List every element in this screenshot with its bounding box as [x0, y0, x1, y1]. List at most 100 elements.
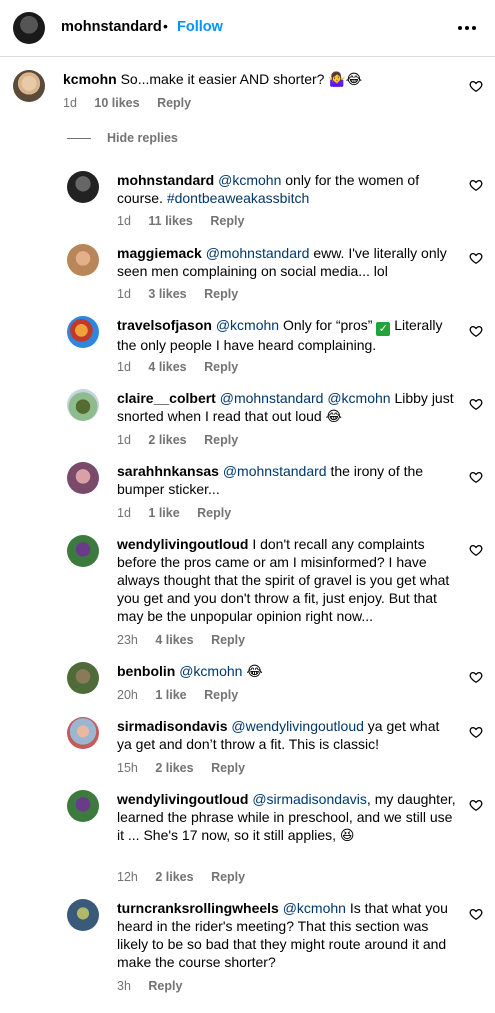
- reply-button[interactable]: Reply: [197, 506, 231, 520]
- mention-link[interactable]: @wendylivingoutloud: [231, 718, 364, 734]
- follow-button[interactable]: Follow: [177, 19, 223, 35]
- reply-button[interactable]: Reply: [148, 979, 182, 993]
- like-count[interactable]: 2 likes: [155, 761, 193, 775]
- like-count[interactable]: 4 likes: [148, 360, 186, 374]
- like-heart-icon[interactable]: [469, 543, 483, 557]
- like-heart-icon[interactable]: [469, 251, 483, 265]
- reply-time: 1d: [117, 360, 131, 374]
- reply-username[interactable]: sarahhnkansas: [117, 463, 219, 479]
- avatar[interactable]: [67, 899, 99, 931]
- avatar[interactable]: [67, 171, 99, 203]
- reply-text: benbolin @kcmohn 😂: [117, 662, 457, 680]
- like-heart-icon[interactable]: [469, 670, 483, 684]
- reply-text: travelsofjason @kcmohn Only for “pros” ✓…: [117, 316, 457, 354]
- reply-username[interactable]: travelsofjason: [117, 317, 212, 333]
- reply-time: 12h: [117, 870, 138, 884]
- reply-button[interactable]: Reply: [210, 214, 244, 228]
- like-heart-icon[interactable]: [469, 798, 483, 812]
- reply-username[interactable]: sirmadisondavis: [117, 718, 228, 734]
- reply-username[interactable]: mohnstandard: [117, 172, 214, 188]
- mention-link[interactable]: @sirmadisondavis: [252, 791, 367, 807]
- mention-link[interactable]: @kcmohn: [216, 317, 279, 333]
- like-heart-icon[interactable]: [469, 725, 483, 739]
- reply-username[interactable]: wendylivingoutloud: [117, 536, 248, 552]
- like-heart-icon[interactable]: [469, 178, 483, 192]
- reply-time: 1d: [117, 433, 131, 447]
- reply-button[interactable]: Reply: [204, 688, 238, 702]
- reply-button[interactable]: Reply: [157, 96, 191, 110]
- reply-username[interactable]: wendylivingoutloud: [117, 791, 248, 807]
- reply-time: 20h: [117, 688, 138, 702]
- like-heart-icon[interactable]: [469, 397, 483, 411]
- reply-meta: 1d 1 like Reply: [117, 506, 231, 520]
- like-count[interactable]: 2 likes: [148, 433, 186, 447]
- like-count[interactable]: 1 like: [148, 506, 179, 520]
- reply-text: sarahhnkansas @mohnstandard the irony of…: [117, 462, 457, 498]
- reply-meta: 3h Reply: [117, 979, 182, 993]
- reply-button[interactable]: Reply: [211, 633, 245, 647]
- mention-link[interactable]: @mohnstandard: [220, 390, 324, 406]
- reply-meta: 1d 2 likes Reply: [117, 433, 238, 447]
- mention-link[interactable]: @mohnstandard: [206, 245, 310, 261]
- like-count[interactable]: 4 likes: [155, 633, 193, 647]
- reply-text: claire__colbert @mohnstandard @kcmohn Li…: [117, 389, 457, 425]
- separator-dot: •: [163, 18, 168, 34]
- author-avatar[interactable]: [13, 12, 45, 44]
- mention-link[interactable]: @kcmohn: [179, 663, 242, 679]
- mention-link[interactable]: @kcmohn: [327, 390, 390, 406]
- reply-username[interactable]: benbolin: [117, 663, 175, 679]
- like-heart-icon[interactable]: [469, 907, 483, 921]
- reply-meta: 15h 2 likes Reply: [117, 761, 245, 775]
- like-count[interactable]: 2 likes: [155, 870, 193, 884]
- reply-meta: 1d 11 likes Reply: [117, 214, 244, 228]
- like-count[interactable]: 10 likes: [94, 96, 139, 110]
- reply-button[interactable]: Reply: [204, 433, 238, 447]
- reply-time: 1d: [117, 287, 131, 301]
- post-header: mohnstandard • Follow: [0, 0, 495, 57]
- reply-time: 1d: [117, 506, 131, 520]
- reply-text: mohnstandard @kcmohn only for the women …: [117, 171, 457, 207]
- avatar[interactable]: [67, 244, 99, 276]
- hide-replies-label: Hide replies: [107, 131, 178, 145]
- avatar[interactable]: [67, 662, 99, 694]
- mention-link[interactable]: @kcmohn: [218, 172, 281, 188]
- reply-time: 23h: [117, 633, 138, 647]
- more-options-icon[interactable]: [458, 18, 478, 38]
- reply-username[interactable]: maggiemack: [117, 245, 202, 261]
- avatar[interactable]: [67, 717, 99, 749]
- like-heart-icon[interactable]: [469, 470, 483, 484]
- avatar[interactable]: [67, 389, 99, 421]
- like-count[interactable]: 11 likes: [148, 214, 193, 228]
- avatar[interactable]: [13, 70, 45, 102]
- reply-button[interactable]: Reply: [204, 287, 238, 301]
- comment-username[interactable]: kcmohn: [63, 71, 117, 87]
- reply-body: Only for “pros”: [279, 317, 377, 333]
- reply-text: maggiemack @mohnstandard eww. I've liter…: [117, 244, 457, 280]
- author-username[interactable]: mohnstandard: [61, 19, 162, 35]
- hashtag-link[interactable]: #dontbeaweakassbitch: [167, 190, 309, 206]
- avatar[interactable]: [67, 790, 99, 822]
- avatar[interactable]: [67, 535, 99, 567]
- hide-replies-button[interactable]: Hide replies: [67, 131, 178, 145]
- like-heart-icon[interactable]: [469, 79, 483, 93]
- reply-button[interactable]: Reply: [211, 761, 245, 775]
- like-count[interactable]: 1 like: [155, 688, 186, 702]
- mention-link[interactable]: @kcmohn: [283, 900, 346, 916]
- reply-time: 15h: [117, 761, 138, 775]
- reply-username[interactable]: turncranksrollingwheels: [117, 900, 279, 916]
- check-mark-emoji-icon: ✓: [376, 322, 391, 336]
- avatar[interactable]: [67, 462, 99, 494]
- reply-text: wendylivingoutloud @sirmadisondavis, my …: [117, 790, 457, 844]
- hide-replies-divider: [67, 137, 91, 139]
- mention-link[interactable]: @mohnstandard: [223, 463, 327, 479]
- reply-meta: 1d 3 likes Reply: [117, 287, 238, 301]
- avatar[interactable]: [67, 316, 99, 348]
- like-heart-icon[interactable]: [469, 324, 483, 338]
- comment-time: 1d: [63, 96, 77, 110]
- reply-text: turncranksrollingwheels @kcmohn Is that …: [117, 899, 457, 971]
- reply-button[interactable]: Reply: [204, 360, 238, 374]
- reply-button[interactable]: Reply: [211, 870, 245, 884]
- like-count[interactable]: 3 likes: [148, 287, 186, 301]
- reply-meta: 1d 4 likes Reply: [117, 360, 238, 374]
- reply-username[interactable]: claire__colbert: [117, 390, 216, 406]
